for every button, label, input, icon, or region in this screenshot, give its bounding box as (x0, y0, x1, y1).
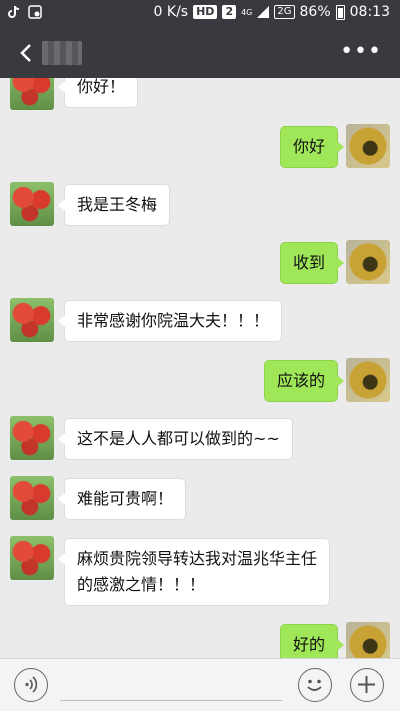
contact-avatar[interactable] (10, 536, 54, 580)
message-bubble-sent[interactable]: 好的 (279, 624, 345, 658)
clock: 08:13 (349, 4, 390, 20)
message-bubble-sent[interactable]: 你好 (279, 126, 345, 168)
tiktok-icon (8, 5, 20, 19)
emoji-icon[interactable] (298, 668, 332, 702)
status-bar: 0 K/s HD 2 4G 2G 86% 08:13 (0, 0, 400, 28)
message-bubble-received[interactable]: 难能可贵啊！ (57, 478, 187, 520)
message-bubble-received[interactable]: 麻烦贵院领导转达我对温兆华主任 的感激之情！！！ (57, 538, 331, 606)
contact-avatar[interactable] (10, 298, 54, 342)
input-bar (0, 658, 400, 711)
message-bubble-sent[interactable]: 应该的 (263, 360, 345, 402)
message-input[interactable] (60, 671, 282, 701)
message-bubble-received[interactable]: 我是王冬梅 (57, 184, 171, 226)
message-received: 你好！ (0, 78, 400, 110)
my-avatar[interactable] (346, 124, 390, 168)
message-sent: 你好 (0, 124, 400, 168)
message-bubble-received[interactable]: 你好！ (57, 78, 139, 108)
image-icon (28, 5, 42, 19)
my-avatar[interactable] (346, 622, 390, 658)
message-received: 麻烦贵院领导转达我对温兆华主任 的感激之情！！！ (0, 536, 400, 608)
network-speed: 0 K/s (153, 4, 189, 20)
network-2g-label: 2G (274, 5, 295, 19)
sim-badge: 2 (222, 5, 237, 19)
battery-percent: 86% (299, 4, 331, 20)
back-arrow-icon[interactable] (18, 43, 34, 63)
contact-avatar[interactable] (10, 476, 54, 520)
network-4g-label: 4G (241, 7, 253, 17)
contact-name-blurred (42, 41, 82, 65)
message-bubble-received[interactable]: 这不是人人都可以做到的~~ (58, 418, 293, 460)
message-received: 这不是人人都可以做到的~~ (0, 416, 400, 460)
message-sent: 收到 (0, 240, 400, 284)
message-received: 非常感谢你院温大夫！！！ (0, 298, 400, 342)
message-sent: 好的 (0, 622, 400, 658)
my-avatar[interactable] (346, 240, 390, 284)
my-avatar[interactable] (346, 358, 390, 402)
title-bar: ••• (0, 28, 400, 78)
message-bubble-received[interactable]: 非常感谢你院温大夫！！！ (57, 300, 283, 342)
battery-icon (335, 4, 345, 20)
hd-badge: HD (193, 5, 218, 19)
message-received: 我是王冬梅 (0, 182, 400, 226)
voice-icon[interactable] (14, 668, 48, 702)
message-sent: 应该的 (0, 358, 400, 402)
contact-avatar[interactable] (10, 416, 54, 460)
signal-icon (257, 6, 270, 18)
contact-avatar[interactable] (10, 182, 54, 226)
message-bubble-sent[interactable]: 收到 (279, 242, 345, 284)
message-list[interactable]: 你好！ 你好 我是王冬梅 收到 非常感谢你院温大夫！！！ 应该的 这不是人人都可… (0, 78, 400, 658)
message-received: 难能可贵啊！ (0, 476, 400, 520)
more-icon[interactable]: ••• (340, 41, 382, 63)
plus-icon[interactable] (350, 668, 384, 702)
contact-avatar[interactable] (10, 78, 54, 110)
